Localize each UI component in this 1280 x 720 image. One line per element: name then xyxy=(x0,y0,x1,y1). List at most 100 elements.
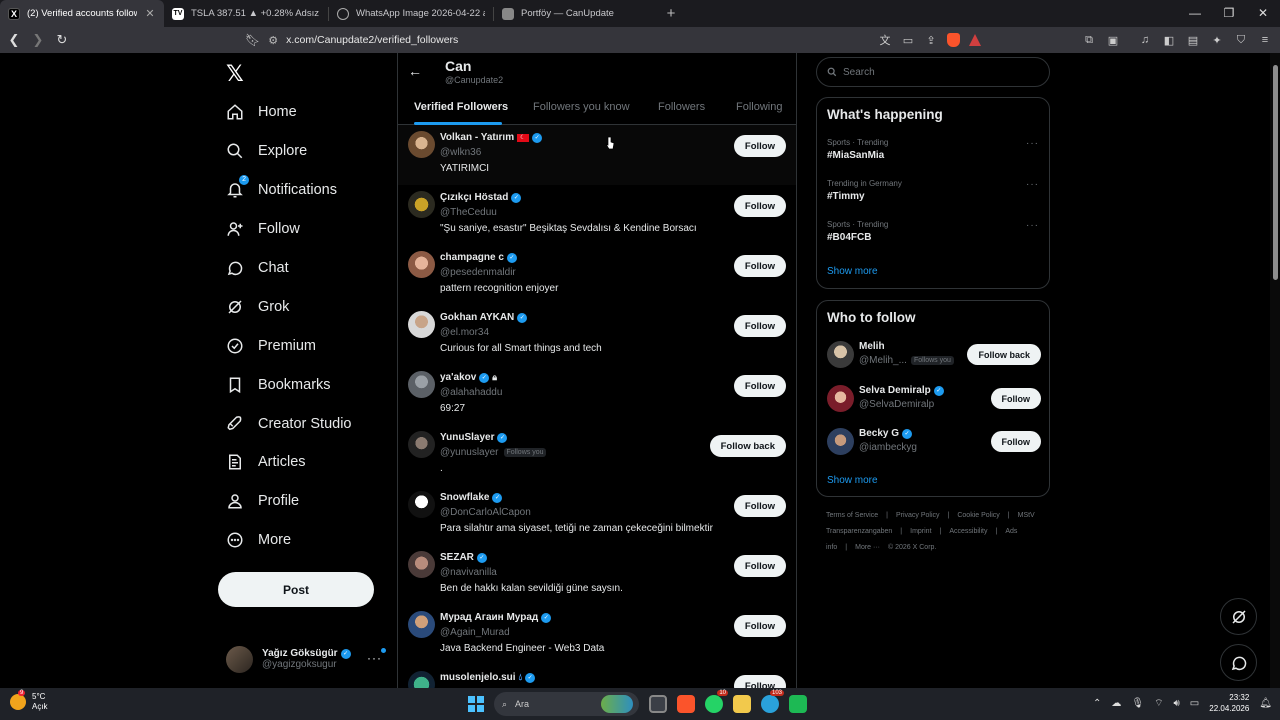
trend-more-icon[interactable]: ··· xyxy=(1026,138,1039,149)
volume-icon[interactable]: 🔊︎ xyxy=(1173,698,1179,709)
suggested-user[interactable]: Selva Demiralp ✓ @SelvaDemiralp Follow xyxy=(827,383,1041,413)
tab-followers-you-know[interactable]: Followers you know xyxy=(533,101,630,113)
leo-ai-icon[interactable]: ✦ xyxy=(1210,33,1224,47)
browser-tab-whatsapp-image[interactable]: WhatsApp Image 2026-04-22 at 22.3 xyxy=(329,0,493,27)
follower-row[interactable]: champagne c ✓ @pesedenmaldir pattern recogn… xyxy=(398,245,796,305)
avatar[interactable] xyxy=(408,431,435,458)
reload-icon[interactable]: ↻ xyxy=(52,32,72,48)
avatar[interactable] xyxy=(408,251,435,278)
nav-more[interactable]: More xyxy=(226,525,291,555)
follow-button[interactable]: Follow xyxy=(733,375,786,397)
follow-button[interactable]: Follow xyxy=(733,135,786,157)
follower-row[interactable]: Çızıkçı Höstad ✓ @TheCeduu "Şu saniye, esas… xyxy=(398,185,796,245)
x-logo-icon[interactable]: 𝕏 xyxy=(226,62,250,86)
back-icon[interactable]: ❮ xyxy=(4,32,24,48)
maximize-icon[interactable]: ❐ xyxy=(1212,0,1246,27)
brave-shields-icon[interactable] xyxy=(947,33,960,47)
avatar[interactable] xyxy=(408,671,435,688)
page-scrollbar[interactable] xyxy=(1270,53,1280,688)
nav-chat[interactable]: Chat xyxy=(226,253,289,283)
chat-fab-button[interactable] xyxy=(1220,644,1257,681)
follow-button[interactable]: Follow xyxy=(733,195,786,217)
post-button[interactable]: Post xyxy=(218,572,374,607)
show-more-link[interactable]: Show more xyxy=(827,475,878,486)
avatar[interactable] xyxy=(408,611,435,638)
follow-button[interactable]: Follow xyxy=(733,675,786,688)
brave-browser-icon[interactable] xyxy=(677,695,695,713)
follower-row[interactable]: Gokhan AYKAN ✓ @el.mor34 Curious for all Sm… xyxy=(398,305,796,365)
trend-item[interactable]: Trending in Germany #Timmy ··· xyxy=(827,179,1041,202)
trend-item[interactable]: Sports · Trending #B04FCB ··· xyxy=(827,220,1041,243)
network-icon[interactable]: ☁ xyxy=(1111,698,1121,709)
suggested-user[interactable]: Becky G ✓ @iambeckyg Follow xyxy=(827,426,1041,456)
nav-articles[interactable]: Articles xyxy=(226,447,306,477)
footer-link[interactable]: © 2026 X Corp. xyxy=(888,544,936,551)
wallet-icon[interactable]: ▤ xyxy=(1186,33,1200,47)
microphone-icon[interactable]: 🎙︎ xyxy=(1131,698,1144,709)
browser-tab-portfoy[interactable]: Portföy — CanUpdate xyxy=(494,0,658,27)
nav-home[interactable]: Home xyxy=(226,97,297,127)
follower-name[interactable]: SEZAR xyxy=(440,552,474,563)
minimize-icon[interactable]: — xyxy=(1178,0,1212,27)
chevron-up-icon[interactable]: ⌃ xyxy=(1093,698,1101,709)
footer-link[interactable]: Privacy Policy xyxy=(896,512,940,519)
follow-button[interactable]: Follow xyxy=(990,388,1041,409)
wifi-icon[interactable]: ⌔ xyxy=(1154,697,1163,710)
more-dots-icon[interactable]: ··· xyxy=(367,651,382,665)
suggested-user[interactable]: Melih @Melih_... Follows you Follow back xyxy=(827,339,1041,369)
follower-name[interactable]: musolenjelo.sui xyxy=(440,672,516,683)
follower-name[interactable]: Çızıkçı Höstad xyxy=(440,192,508,203)
tab-following[interactable]: Following xyxy=(736,101,782,113)
notification-bell-icon[interactable]: 🔔︎ xyxy=(1259,698,1272,709)
follow-button[interactable]: Follow xyxy=(990,431,1041,452)
show-more-link[interactable]: Show more xyxy=(827,266,878,277)
follower-row[interactable]: musolenjelo.sui 💧︎ ✓ Follow xyxy=(398,665,796,688)
browser-tab-tradingview[interactable]: TV TSLA 387.51 ▲ +0.28% Adsız xyxy=(164,0,328,27)
vpn-icon[interactable]: ⛉ xyxy=(1234,33,1248,47)
account-switcher[interactable]: Yağız Göksügür ✓ @yagizgoksugur ··· xyxy=(226,642,396,676)
battery-icon[interactable]: ▭ xyxy=(1190,698,1199,709)
clock[interactable]: 23:32 22.04.2026 xyxy=(1209,692,1249,714)
nav-explore[interactable]: Explore xyxy=(226,136,307,166)
follower-row[interactable]: Мурад Агаин Мурад ✓ @Again_Murad Java Backe… xyxy=(398,605,796,665)
follow-button[interactable]: Follow xyxy=(733,555,786,577)
nav-premium[interactable]: Premium xyxy=(226,331,316,361)
follower-row[interactable]: YunuSlayer ✓ @yunuslayer Follows you. Follow… xyxy=(398,425,796,485)
trend-more-icon[interactable]: ··· xyxy=(1026,220,1039,231)
bookmark-page-icon[interactable]: 🔖︎ xyxy=(245,33,260,47)
file-explorer-icon[interactable] xyxy=(733,695,751,713)
follow-back-button[interactable]: Follow back xyxy=(709,435,786,457)
weather-widget[interactable]: 9 5°C Açık xyxy=(10,690,48,712)
app-icon[interactable] xyxy=(789,695,807,713)
grok-fab-button[interactable] xyxy=(1220,598,1257,635)
tab-verified-followers[interactable]: Verified Followers xyxy=(414,101,508,113)
close-window-icon[interactable]: ✕ xyxy=(1246,0,1280,27)
follow-button[interactable]: Follow xyxy=(733,255,786,277)
browser-tab-x[interactable]: X (2) Verified accounts following C ✕ xyxy=(0,0,164,27)
follower-name[interactable]: Volkan - Yatırım xyxy=(440,132,514,143)
cast-icon[interactable]: ▭ xyxy=(901,33,915,47)
trend-item[interactable]: Sports · Trending #MiaSanMia ··· xyxy=(827,138,1041,161)
screenshot-icon[interactable]: ▣ xyxy=(1106,33,1120,47)
close-tab-icon[interactable]: ✕ xyxy=(144,7,156,20)
avatar[interactable] xyxy=(408,311,435,338)
taskbar-search[interactable]: ⌕ Ara xyxy=(494,692,639,716)
windows-start-icon[interactable] xyxy=(468,696,484,712)
sidebar-icon[interactable]: ◧ xyxy=(1162,33,1176,47)
extensions-icon[interactable]: ⧉ xyxy=(1082,33,1096,47)
search-input[interactable]: Search xyxy=(816,57,1050,87)
whatsapp-icon[interactable]: 10 xyxy=(705,690,728,713)
follow-button[interactable]: Follow xyxy=(733,315,786,337)
follower-name[interactable]: YunuSlayer xyxy=(440,432,494,443)
follower-name[interactable]: Мурад Агаин Мурад xyxy=(440,612,538,623)
task-view-icon[interactable] xyxy=(649,695,667,713)
follower-row[interactable]: Volkan - Yatırım ☾ ✓ @wlkn36 YATIRIMCI Follow xyxy=(398,125,796,185)
follower-name[interactable]: champagne c xyxy=(440,252,504,263)
footer-link[interactable]: More ··· xyxy=(855,544,880,551)
follower-row[interactable]: Snowflake ✓ @DonCarloAlCapon Para silahtır … xyxy=(398,485,796,545)
avatar[interactable] xyxy=(408,491,435,518)
follower-name[interactable]: ya'akov xyxy=(440,372,476,383)
footer-link[interactable]: Imprint xyxy=(910,528,931,535)
scrollbar-thumb[interactable] xyxy=(1273,65,1278,280)
nav-profile[interactable]: Profile xyxy=(226,486,299,516)
